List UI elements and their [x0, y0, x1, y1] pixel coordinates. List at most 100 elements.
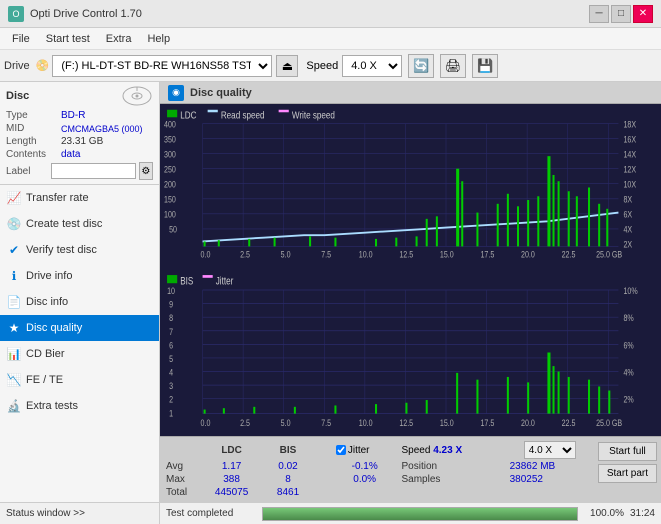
minimize-button[interactable]: ─ — [589, 5, 609, 23]
speed-select[interactable]: 4.0 X — [342, 55, 402, 77]
svg-text:10%: 10% — [624, 285, 639, 296]
total-label: Total — [164, 486, 199, 499]
sidebar-item-disc-quality[interactable]: ★ Disc quality — [0, 315, 159, 341]
disc-info-label: Disc info — [26, 296, 68, 308]
sidebar-item-create-test-disc[interactable]: 💿 Create test disc — [0, 211, 159, 237]
svg-text:6X: 6X — [624, 210, 633, 220]
progress-time: 31:24 — [630, 508, 655, 519]
status-window-button[interactable]: Status window >> — [0, 502, 159, 524]
avg-ldc: 1.17 — [199, 460, 264, 473]
jitter-label: Jitter — [348, 445, 370, 456]
disc-quality-icon: ★ — [6, 320, 22, 336]
position-label: Position — [398, 460, 506, 473]
svg-text:1: 1 — [169, 407, 173, 418]
sidebar-item-disc-info[interactable]: 📄 Disc info — [0, 289, 159, 315]
disc-label-key: Label — [6, 166, 48, 177]
bis-chart: BIS Jitter — [162, 271, 659, 434]
status-text: Test completed — [166, 508, 256, 519]
disc-label-input[interactable] — [51, 163, 136, 179]
svg-text:BIS: BIS — [180, 276, 193, 288]
nav-section: 📈 Transfer rate 💿 Create test disc ✔ Ver… — [0, 185, 159, 502]
svg-text:400: 400 — [164, 120, 176, 130]
disc-type-key: Type — [6, 110, 61, 121]
svg-text:17.5: 17.5 — [480, 250, 494, 260]
app-title: Opti Drive Control 1.70 — [30, 8, 142, 20]
samples-label: Samples — [398, 473, 506, 486]
bis-chart-svg: BIS Jitter — [162, 271, 659, 434]
sidebar-item-fe-te[interactable]: 📉 FE / TE — [0, 367, 159, 393]
sidebar-item-extra-tests[interactable]: 🔬 Extra tests — [0, 393, 159, 419]
speed-select-stats[interactable]: 4.0 X — [524, 441, 576, 459]
extra-tests-icon: 🔬 — [6, 398, 22, 414]
svg-text:5.0: 5.0 — [281, 250, 291, 260]
menu-help[interactable]: Help — [139, 31, 178, 47]
svg-text:7.5: 7.5 — [321, 417, 331, 428]
verify-test-disc-icon: ✔ — [6, 242, 22, 258]
svg-text:22.5: 22.5 — [562, 417, 576, 428]
svg-text:8%: 8% — [624, 312, 635, 323]
drive-info-icon: ℹ — [6, 268, 22, 284]
stats-bar: LDC BIS Jitter Speed 4.23 X — [160, 436, 661, 502]
disc-quality-panel-icon: ◉ — [168, 85, 184, 101]
disc-label-browse-button[interactable]: ⚙ — [139, 162, 153, 180]
sidebar-item-transfer-rate[interactable]: 📈 Transfer rate — [0, 185, 159, 211]
content-area: ◉ Disc quality LDC Read speed Write s — [160, 82, 661, 524]
svg-text:0.0: 0.0 — [201, 250, 211, 260]
table-row-total: Total 445075 8461 — [164, 486, 594, 499]
start-buttons: Start full Start part — [598, 440, 657, 483]
maximize-button[interactable]: □ — [611, 5, 631, 23]
avg-label: Avg — [164, 460, 199, 473]
disc-length-value: 23.31 GB — [61, 136, 103, 147]
svg-text:4X: 4X — [624, 225, 633, 235]
svg-text:25.0 GB: 25.0 GB — [596, 417, 622, 428]
svg-text:15.0: 15.0 — [440, 250, 454, 260]
svg-text:18X: 18X — [624, 120, 637, 130]
max-label: Max — [164, 473, 199, 486]
menu-file[interactable]: File — [4, 31, 38, 47]
disc-contents-value: data — [61, 149, 80, 160]
svg-text:16X: 16X — [624, 135, 637, 145]
svg-text:22.5: 22.5 — [562, 250, 576, 260]
jitter-checkbox[interactable] — [336, 445, 346, 455]
avg-bis: 0.02 — [264, 460, 312, 473]
start-part-button[interactable]: Start part — [598, 464, 657, 483]
progress-section: Test completed 100.0% 31:24 — [160, 502, 661, 524]
disc-contents-key: Contents — [6, 149, 61, 160]
table-row-max: Max 388 8 0.0% Samples 380252 — [164, 473, 594, 486]
bis-header: BIS — [264, 440, 312, 460]
sidebar-item-cd-bier[interactable]: 📊 CD Bier — [0, 341, 159, 367]
eject-button[interactable]: ⏏ — [276, 55, 298, 77]
total-ldc: 445075 — [199, 486, 264, 499]
close-button[interactable]: ✕ — [633, 5, 653, 23]
save-button[interactable]: 💾 — [472, 54, 498, 78]
svg-text:4: 4 — [169, 367, 173, 378]
svg-text:350: 350 — [164, 135, 176, 145]
position-value: 23862 MB — [506, 460, 594, 473]
refresh-button[interactable]: 🔄 — [408, 54, 434, 78]
sidebar-item-drive-info[interactable]: ℹ Drive info — [0, 263, 159, 289]
svg-text:10: 10 — [167, 285, 175, 296]
svg-text:15.0: 15.0 — [440, 417, 454, 428]
svg-text:12.5: 12.5 — [399, 250, 413, 260]
progress-percentage: 100.0% — [584, 508, 624, 519]
menu-bar: File Start test Extra Help — [0, 28, 661, 50]
ldc-chart: LDC Read speed Write speed — [162, 106, 659, 269]
svg-text:250: 250 — [164, 165, 176, 175]
disc-mid-value: CMCMAGBA5 (000) — [61, 124, 143, 134]
main-layout: Disc Type BD-R MID CMCMAGBA5 (000) Lengt… — [0, 82, 661, 524]
burn-button[interactable]: 🖨 — [440, 54, 466, 78]
svg-text:100: 100 — [164, 210, 176, 220]
drive-select[interactable]: (F:) HL-DT-ST BD-RE WH16NS58 TST4 — [52, 55, 272, 77]
title-bar: O Opti Drive Control 1.70 ─ □ ✕ — [0, 0, 661, 28]
svg-text:20.0: 20.0 — [521, 417, 535, 428]
sidebar: Disc Type BD-R MID CMCMAGBA5 (000) Lengt… — [0, 82, 160, 524]
stats-table-container: LDC BIS Jitter Speed 4.23 X — [164, 440, 594, 499]
sidebar-item-verify-test-disc[interactable]: ✔ Verify test disc — [0, 237, 159, 263]
svg-text:2.5: 2.5 — [240, 250, 250, 260]
fe-te-icon: 📉 — [6, 372, 22, 388]
menu-start-test[interactable]: Start test — [38, 31, 98, 47]
start-full-button[interactable]: Start full — [598, 442, 657, 461]
svg-text:2: 2 — [169, 394, 173, 405]
svg-text:14X: 14X — [624, 150, 637, 160]
menu-extra[interactable]: Extra — [98, 31, 140, 47]
